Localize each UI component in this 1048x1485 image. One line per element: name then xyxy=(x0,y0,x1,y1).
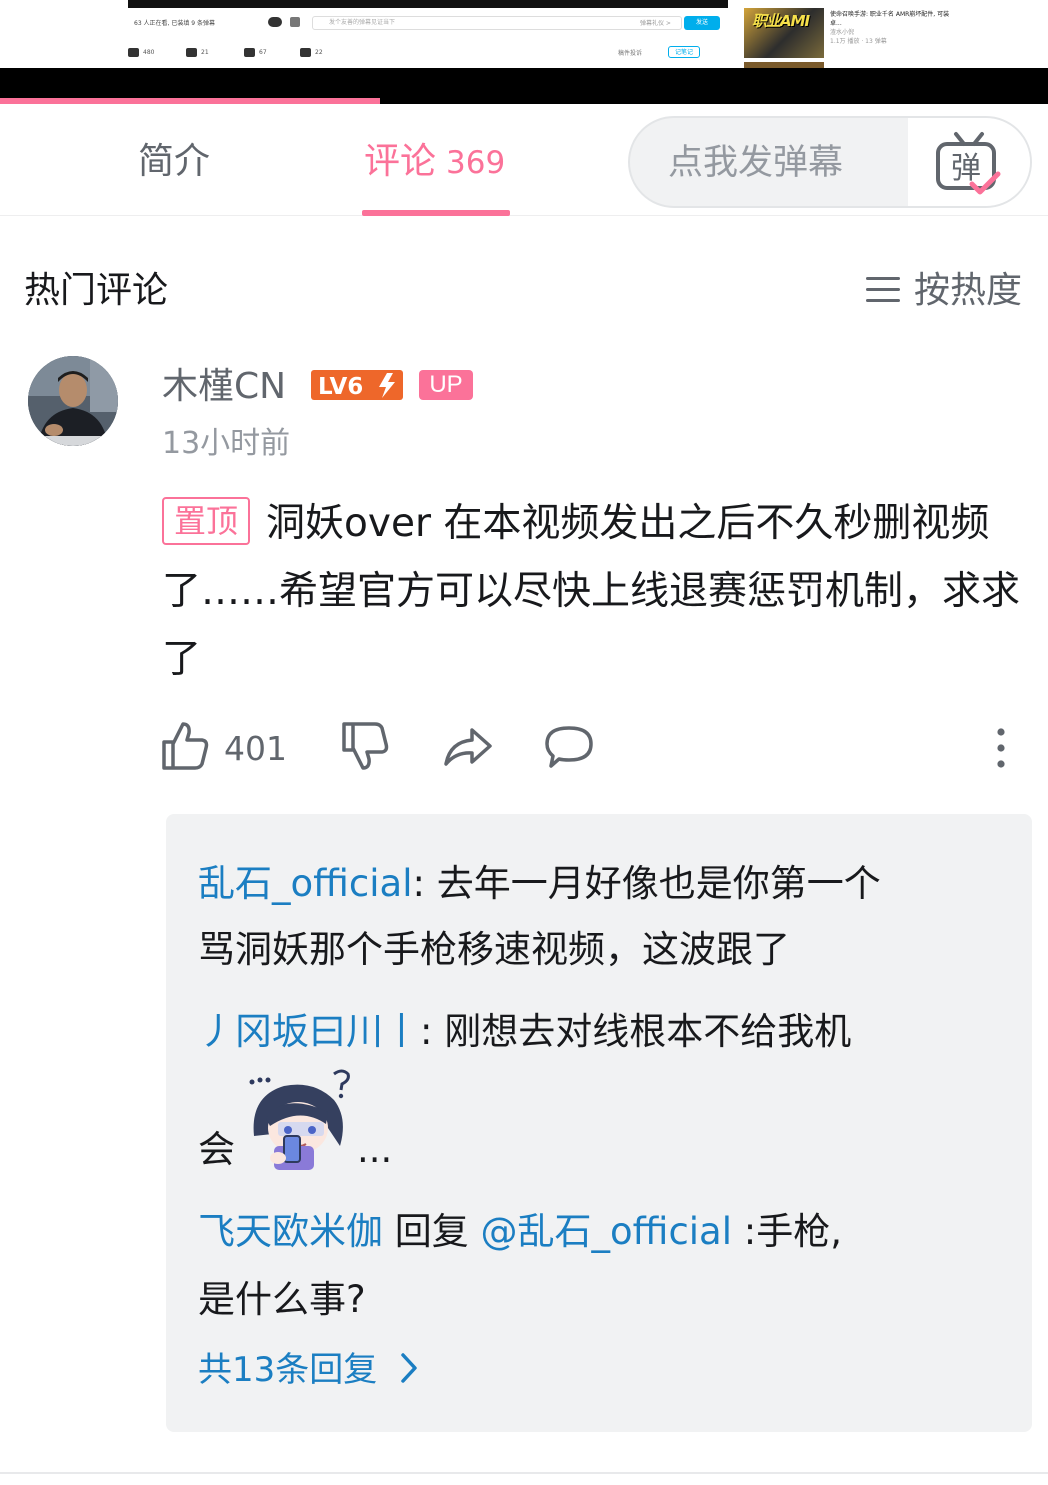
comment-timestamp: 13小时前 xyxy=(162,426,291,461)
recommended-author: 渣水小倪 xyxy=(830,29,855,36)
reply-3-username[interactable]: 飞天欧米伽 xyxy=(198,1210,383,1253)
reply-1-text-1: : 去年一月好像也是你第一个 xyxy=(412,862,881,905)
tab-comments-count: 369 xyxy=(446,145,506,181)
svg-text:弹: 弹 xyxy=(951,151,981,186)
video-frame-like-count: 480 xyxy=(143,49,155,56)
comment-body: 置顶 洞妖over 在本视频发出之后不久秒删视频了……希望官方可以尽快上线退赛惩罚… xyxy=(162,490,1032,694)
video-frame-fav-count: 67 xyxy=(259,49,267,56)
video-frame-star-icon xyxy=(244,48,255,57)
reply-3-text-1: :手枪, xyxy=(732,1210,843,1253)
reply-3-mention[interactable]: @乱石_official xyxy=(481,1210,732,1253)
reply-2-username[interactable]: 丿冈坂曰川丨 xyxy=(198,1010,420,1053)
thumb-up-icon xyxy=(162,722,209,770)
tab-comments-label: 评论 xyxy=(364,141,437,182)
comment-actions: 401 xyxy=(160,720,1032,780)
reply-2-line-1: 丿冈坂曰川丨: 刚想去对线根本不给我机 xyxy=(198,1000,851,1064)
video-frame-player-bar xyxy=(128,0,728,8)
reply-2-text-2: 会 xyxy=(198,1128,235,1171)
recommended-thumb-text: 职业AMI xyxy=(752,12,810,30)
video-frame-etiquette-link: 弹幕礼仪 > xyxy=(640,20,671,27)
hot-comments-title: 热门评论 xyxy=(24,270,169,311)
up-badge: UP xyxy=(419,370,473,400)
chevron-right-icon xyxy=(399,1346,419,1402)
view-all-replies-link[interactable]: 共13条回复 xyxy=(198,1342,419,1402)
video-frame-share-icon xyxy=(300,48,311,57)
menu-lines-icon xyxy=(866,275,900,305)
share-icon xyxy=(444,728,492,766)
danmaku-toggle-button[interactable]: 弹 xyxy=(908,118,1030,206)
video-frame-stats: 480 21 67 22 稿件投诉 记笔记 xyxy=(128,46,728,60)
reply-3-line-1: 飞天欧米伽 回复 @乱石_official :手枪, xyxy=(198,1200,842,1264)
recommended-meta: 1.1万 播放 · 13 弹幕 xyxy=(830,38,887,45)
video-frame-send-button: 发送 xyxy=(684,16,720,30)
share-button[interactable] xyxy=(442,720,494,776)
video-frame-notes-button: 记笔记 xyxy=(668,46,701,58)
reply-3-reply-word: 回复 xyxy=(383,1210,481,1253)
view-all-replies-label: 共13条回复 xyxy=(198,1350,378,1390)
tab-comments[interactable]: 评论 369 xyxy=(364,136,505,216)
video-preview-strip[interactable]: 63 人正在看, 已装填 9 条弹幕 发个友善的弹幕见证当下 弹幕礼仪 > 发送… xyxy=(0,0,1048,104)
reply-1-line-2: 骂洞妖那个手枪移速视频，这波跟了 xyxy=(198,918,790,982)
sort-label: 按热度 xyxy=(914,270,1023,311)
more-options-button[interactable] xyxy=(986,720,1016,776)
video-frame-coin-icon xyxy=(186,48,197,57)
video-frame-coin-count: 21 xyxy=(201,49,209,56)
level-badge-icon: LV6 xyxy=(311,370,403,400)
reply-button[interactable] xyxy=(544,720,594,776)
video-frame-report-link: 稿件投诉 xyxy=(618,50,643,57)
section-divider xyxy=(0,1472,1048,1474)
video-frame-danmaku-toggle-icon xyxy=(268,17,282,27)
sort-by-popularity-button[interactable]: 按热度 xyxy=(866,266,1022,316)
recommended-video-thumbnail-2 xyxy=(744,62,824,68)
tab-intro-label: 简介 xyxy=(138,141,211,182)
avatar[interactable] xyxy=(28,356,118,446)
like-count: 401 xyxy=(224,729,287,768)
pinned-badge: 置顶 xyxy=(162,497,251,545)
like-button[interactable]: 401 xyxy=(160,720,287,776)
more-vertical-icon xyxy=(997,728,1005,768)
video-frame-like-stat: 480 xyxy=(128,48,154,57)
recommended-video-thumbnail: 职业AMI xyxy=(744,8,824,58)
active-tab-indicator xyxy=(362,210,510,216)
recommended-title: 使命召唤手游: 职业千名 AMR崩坏配件, 可装卓... xyxy=(830,11,950,27)
dislike-button[interactable] xyxy=(340,720,390,776)
svg-text:LV6: LV6 xyxy=(318,374,363,400)
video-frame-settings-icon xyxy=(290,17,300,27)
video-frame-share-stat: 22 xyxy=(300,48,323,57)
comment-username[interactable]: 木槿CN xyxy=(162,362,286,412)
video-frame-like-icon xyxy=(128,48,139,57)
video-frame-share-count: 22 xyxy=(315,49,323,56)
comment-bubble-icon xyxy=(545,726,593,768)
thumb-down-icon xyxy=(342,722,389,770)
avatar-image xyxy=(28,356,118,446)
video-frame-fav-stat: 67 xyxy=(244,48,267,57)
video-frame: 63 人正在看, 已装填 9 条弹幕 发个友善的弹幕见证当下 弹幕礼仪 > 发送… xyxy=(0,0,1048,68)
anime-girl-sticker-icon xyxy=(249,1069,350,1170)
video-frame-danmaku-controls: 63 人正在看, 已装填 9 条弹幕 发个友善的弹幕见证当下 弹幕礼仪 > 发送 xyxy=(128,14,728,32)
tab-intro[interactable]: 简介 xyxy=(138,136,210,216)
reply-1-line-1: 乱石_official: 去年一月好像也是你第一个 xyxy=(198,852,881,916)
reply-3-line-2: 是什么事? xyxy=(198,1268,366,1332)
video-frame-danmaku-input: 发个友善的弹幕见证当下 xyxy=(312,16,682,30)
comment-text: 洞妖over 在本视频发出之后不久秒删视频了……希望官方可以尽快上线退赛惩罚机制… xyxy=(162,501,1021,682)
reply-1-text-2: 骂洞妖那个手枪移速视频，这波跟了 xyxy=(198,928,790,971)
danmaku-input-placeholder[interactable]: 点我发弹幕 xyxy=(668,138,843,188)
reply-1-username[interactable]: 乱石_official xyxy=(198,862,412,905)
reply-2-ellipsis: ... xyxy=(357,1128,393,1171)
reply-2-text-1: : 刚想去对线根本不给我机 xyxy=(420,1010,852,1053)
video-frame-coin-stat: 21 xyxy=(186,48,209,57)
danmaku-send-box[interactable]: 点我发弹幕 弹 xyxy=(628,116,1032,208)
tv-danmaku-icon: 弹 xyxy=(936,132,1001,195)
reply-3-text-2: 是什么事? xyxy=(198,1278,366,1321)
video-frame-online-text: 63 人正在看, 已装填 9 条弹幕 xyxy=(134,20,215,27)
recommended-video-info: 使命召唤手游: 职业千名 AMR崩坏配件, 可装卓... 渣水小倪 1.1万 播… xyxy=(830,10,950,46)
